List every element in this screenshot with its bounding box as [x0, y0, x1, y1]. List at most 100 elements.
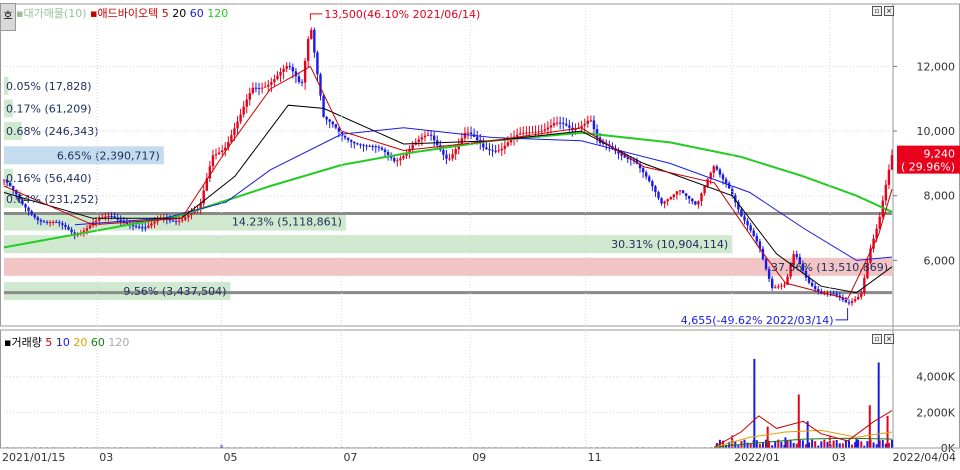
candle-body: [811, 283, 813, 286]
candle-body: [685, 193, 687, 196]
candle-body: [700, 193, 702, 201]
volume-bar: [836, 440, 838, 448]
candle-body: [706, 179, 708, 186]
candle-body: [651, 181, 653, 186]
x-tick-label: 07: [343, 451, 357, 464]
candle-body: [522, 133, 524, 134]
low-annotation-label: 4,655(-49.62% 2022/03/14): [681, 314, 834, 327]
side-tab[interactable]: 호: [0, 3, 16, 31]
price-tick-label: 6,000: [924, 254, 956, 267]
volume-profile-label: 14.23% (5,118,861): [232, 216, 342, 229]
chart-canvas: 6,0008,00010,00012,0000.05% (17,828)0.17…: [0, 0, 960, 466]
candle-body: [691, 199, 693, 202]
candle-body: [507, 142, 509, 145]
candle-body: [325, 117, 327, 120]
volume-tick-label: 4,000K: [916, 371, 955, 384]
candle-body: [713, 166, 715, 172]
x-tick-label: 2022/04/04: [893, 451, 956, 464]
candle-body: [451, 154, 453, 158]
candle-body: [55, 222, 57, 223]
volume-spike: [869, 405, 871, 448]
candle-body: [52, 222, 54, 223]
volume-bar: [780, 442, 782, 448]
legend-prefix: ▪대가매물(10): [16, 7, 87, 20]
candle-body: [749, 225, 751, 230]
candle-body: [365, 146, 367, 147]
candle-body: [387, 152, 389, 155]
volume-bar: [848, 440, 850, 448]
candle-body: [442, 150, 444, 155]
volume-bar: [796, 444, 798, 448]
candle-body: [322, 96, 324, 117]
volume-bar: [756, 440, 758, 448]
volume-bar: [839, 443, 841, 448]
candle-body: [89, 225, 91, 228]
candle-body: [673, 194, 675, 197]
candle-body: [264, 87, 266, 88]
candle-body: [845, 300, 847, 303]
candle-body: [519, 133, 521, 134]
candle-body: [424, 136, 426, 138]
candle-body: [362, 145, 364, 146]
candle-body: [341, 132, 343, 136]
volume-profile-label: 9.56% (3,437,504): [123, 285, 226, 298]
price-tick-label: 10,000: [917, 125, 956, 138]
candle-body: [246, 100, 248, 107]
candle-body: [848, 302, 850, 303]
volume-bar: [851, 445, 853, 448]
volume-panel-restore-button[interactable]: ▫: [872, 334, 882, 344]
volume-bar: [820, 441, 822, 448]
price-panel-restore-button[interactable]: ▫: [872, 6, 882, 16]
candle-body: [384, 150, 386, 152]
candle-body: [378, 147, 380, 148]
candle-body: [562, 123, 564, 124]
volume-bar: [882, 440, 884, 448]
candle-body: [181, 220, 183, 221]
candle-body: [30, 211, 32, 214]
candle-body: [187, 215, 189, 217]
volume-legend-ma20: 20: [73, 336, 87, 349]
candle-body: [353, 142, 355, 143]
candle-body: [676, 191, 678, 194]
candle-body: [593, 120, 595, 129]
candle-body: [430, 135, 432, 136]
candle-body: [682, 190, 684, 193]
candle-body: [141, 227, 143, 228]
volume-panel-close-button[interactable]: ×: [884, 334, 894, 344]
current-price-label: 9,240: [924, 148, 956, 161]
candle-body: [344, 136, 346, 138]
candle-body: [719, 170, 721, 175]
price-panel-close-button[interactable]: ×: [884, 6, 894, 16]
volume-bar: [762, 443, 764, 448]
candle-body: [411, 145, 413, 149]
candle-body: [215, 154, 217, 155]
volume-bar: [891, 440, 893, 448]
candle-body: [175, 221, 177, 222]
candle-body: [64, 225, 66, 227]
volume-bar: [750, 444, 752, 448]
candle-body: [888, 170, 890, 185]
x-tick-label: 05: [224, 451, 238, 464]
candle-body: [255, 88, 257, 89]
volume-bar: [811, 440, 813, 448]
candle-body: [485, 147, 487, 149]
candle-body: [239, 115, 241, 122]
candle-body: [242, 107, 244, 115]
volume-spike: [887, 416, 889, 448]
x-tick-label: 11: [588, 451, 602, 464]
candle-body: [780, 286, 782, 287]
candle-body: [433, 136, 435, 141]
candle-body: [697, 201, 699, 204]
candle-body: [70, 230, 72, 233]
candle-body: [292, 67, 294, 71]
candle-body: [476, 137, 478, 140]
candle-body: [113, 216, 115, 217]
candle-body: [172, 221, 174, 222]
candle-body: [86, 228, 88, 230]
candle-body: [851, 301, 853, 303]
x-tick-label: 03: [99, 451, 113, 464]
candle-body: [279, 72, 281, 76]
candle-body: [467, 132, 469, 133]
volume-legend-name: ▪거래량: [4, 336, 42, 349]
legend-ma20: 20: [172, 7, 186, 20]
